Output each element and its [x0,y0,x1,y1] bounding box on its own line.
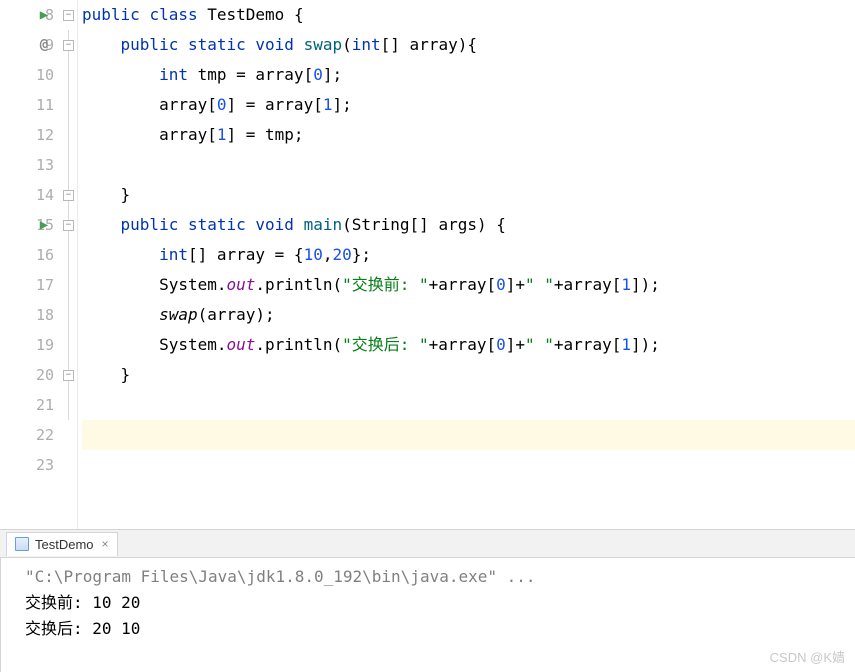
line-number: 10 [28,66,54,84]
code-line: System.out.println("交换后: "+array[0]+" "+… [82,330,855,360]
code-line: int tmp = array[0]; [82,60,855,90]
code-content[interactable]: public class TestDemo { public static vo… [78,0,855,529]
fold-end-icon[interactable]: − [63,190,74,201]
fold-end-icon[interactable]: − [63,370,74,381]
override-icon[interactable]: @ [34,37,54,53]
code-line: public static void swap(int[] array){ [82,30,855,60]
line-number: 22 [28,426,54,444]
fold-toggle-icon[interactable]: − [63,10,74,21]
line-number: 14 [28,186,54,204]
code-line [82,450,855,480]
code-editor[interactable]: 8▶ 9@ 10 11 12 13 14 15▶ 16 17 18 19 20 … [0,0,855,530]
line-number: 16 [28,246,54,264]
line-number: 18 [28,306,54,324]
console-command: "C:\Program Files\Java\jdk1.8.0_192\bin\… [25,564,831,590]
code-line: swap(array); [82,300,855,330]
code-line: System.out.println("交换前: "+array[0]+" "+… [82,270,855,300]
line-number: 19 [28,336,54,354]
fold-column: − − − − − [60,0,78,529]
watermark: CSDN @K嫱 [770,647,845,666]
code-line: } [82,180,855,210]
code-line: array[0] = array[1]; [82,90,855,120]
line-number: 20 [28,366,54,384]
tab-file-icon [15,537,29,551]
line-number: 12 [28,126,54,144]
run-icon[interactable]: ▶ [34,217,54,233]
console-tabs: TestDemo × [0,530,855,558]
code-line: public class TestDemo { [82,0,855,30]
console-output-line: 交换后: 20 10 [25,616,831,642]
code-line [82,150,855,180]
line-number: 11 [28,96,54,114]
console-output-line: 交换前: 10 20 [25,590,831,616]
line-number: 21 [28,396,54,414]
code-line-current [82,420,855,450]
line-number: 23 [28,456,54,474]
console-output[interactable]: "C:\Program Files\Java\jdk1.8.0_192\bin\… [0,558,855,672]
line-number: 17 [28,276,54,294]
code-line: } [82,360,855,390]
fold-toggle-icon[interactable]: − [63,220,74,231]
close-icon[interactable]: × [102,537,109,551]
fold-toggle-icon[interactable]: − [63,40,74,51]
line-gutter: 8▶ 9@ 10 11 12 13 14 15▶ 16 17 18 19 20 … [0,0,60,529]
console-tab-item[interactable]: TestDemo × [6,532,118,556]
code-line: public static void main(String[] args) { [82,210,855,240]
code-line [82,390,855,420]
tab-label: TestDemo [35,537,94,552]
console-panel: TestDemo × "C:\Program Files\Java\jdk1.8… [0,530,855,672]
code-line: array[1] = tmp; [82,120,855,150]
run-icon[interactable]: ▶ [34,7,54,23]
line-number: 13 [28,156,54,174]
code-line: int[] array = {10,20}; [82,240,855,270]
